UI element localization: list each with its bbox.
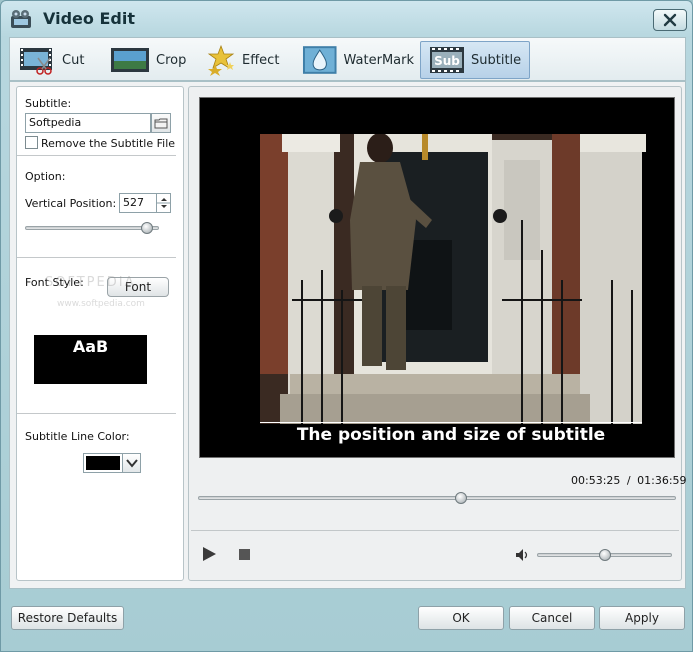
time-separator: / [626, 474, 631, 487]
divider [17, 257, 176, 258]
main-content: Subtitle: Softpedia Remove the Subtitle … [9, 81, 687, 589]
tab-watermark-label: WaterMark [343, 52, 414, 68]
softpedia-watermark: SOFTPEDIA [45, 275, 136, 290]
subtitle-line-color-picker[interactable] [83, 453, 141, 473]
speaker-icon [516, 549, 528, 561]
sub-film-icon: Sub [430, 47, 464, 73]
subtitle-overlay-text: The position and size of subtitle [296, 425, 606, 445]
subtitle-settings-panel: Subtitle: Softpedia Remove the Subtitle … [16, 86, 184, 581]
volume-slider-thumb[interactable] [598, 549, 611, 561]
tab-subtitle-label: Subtitle [471, 52, 522, 68]
vertical-position-label: Vertical Position: [25, 197, 117, 210]
edit-tab-bar: Cut Crop Effect WaterMark Sub Subtitle [9, 37, 686, 81]
app-film-reel-icon [11, 10, 31, 28]
playback-progress-thumb[interactable] [454, 492, 467, 504]
water-drop-icon [302, 46, 337, 74]
softpedia-watermark-url: www.softpedia.com [57, 299, 145, 309]
tab-effect-label: Effect [242, 52, 280, 68]
playback-progress-slider[interactable] [198, 496, 676, 500]
tab-crop-label: Crop [156, 52, 187, 68]
vertical-position-slider[interactable] [25, 226, 159, 230]
stars-icon [207, 44, 235, 76]
tab-cut-label: Cut [62, 52, 85, 68]
sub-icon-text: Sub [434, 54, 460, 68]
subtitle-line-color-label: Subtitle Line Color: [25, 430, 130, 443]
total-time: 01:36:59 [637, 474, 687, 487]
tab-subtitle[interactable]: Sub Subtitle [420, 41, 530, 79]
title-bar: Video Edit [1, 1, 693, 37]
time-readout: 00:53:25 / 01:36:59 [571, 474, 687, 487]
restore-defaults-button[interactable]: Restore Defaults [11, 606, 124, 630]
close-button[interactable] [653, 9, 687, 31]
video-preview: The position and size of subtitle [199, 97, 675, 458]
tab-cut[interactable]: Cut [18, 41, 104, 79]
divider [17, 413, 176, 414]
cancel-button[interactable]: Cancel [509, 606, 595, 630]
color-swatch [86, 456, 120, 470]
window-title: Video Edit [43, 9, 135, 28]
tab-effect[interactable]: Effect [206, 41, 296, 79]
folder-icon [154, 118, 168, 129]
browse-subtitle-button[interactable] [151, 113, 171, 133]
film-scissors-icon [20, 48, 52, 75]
option-label: Option: [25, 170, 66, 183]
font-preview: AaB [34, 335, 147, 384]
volume-button[interactable] [515, 548, 529, 562]
crop-frame-icon [111, 48, 149, 72]
stop-button[interactable] [239, 549, 251, 561]
spin-up-down-icon [157, 198, 171, 208]
current-time: 00:53:25 [571, 474, 621, 487]
ok-button[interactable]: OK [418, 606, 504, 630]
subtitle-label: Subtitle: [25, 97, 72, 110]
color-dropdown-button[interactable] [122, 454, 140, 472]
video-preview-panel: The position and size of subtitle 00:53:… [188, 86, 687, 581]
tab-crop[interactable]: Crop [110, 41, 192, 79]
apply-button[interactable]: Apply [599, 606, 685, 630]
remove-subtitle-checkbox[interactable] [25, 136, 38, 149]
chevron-down-icon [126, 459, 138, 468]
remove-subtitle-label: Remove the Subtitle File [41, 137, 176, 150]
play-button[interactable] [201, 546, 217, 562]
subtitle-file-field[interactable]: Softpedia [25, 113, 151, 133]
divider [17, 155, 176, 156]
vertical-position-spinner[interactable] [156, 194, 171, 212]
vertical-position-slider-thumb[interactable] [140, 222, 153, 234]
video-edit-window: Video Edit Cut Crop Effect WaterMark Sub… [0, 0, 693, 652]
play-icon [203, 547, 216, 561]
tab-watermark[interactable]: WaterMark [302, 41, 414, 79]
controls-divider [191, 530, 679, 531]
stop-icon [239, 549, 250, 560]
video-frame-image [202, 100, 672, 455]
close-icon [663, 13, 677, 27]
